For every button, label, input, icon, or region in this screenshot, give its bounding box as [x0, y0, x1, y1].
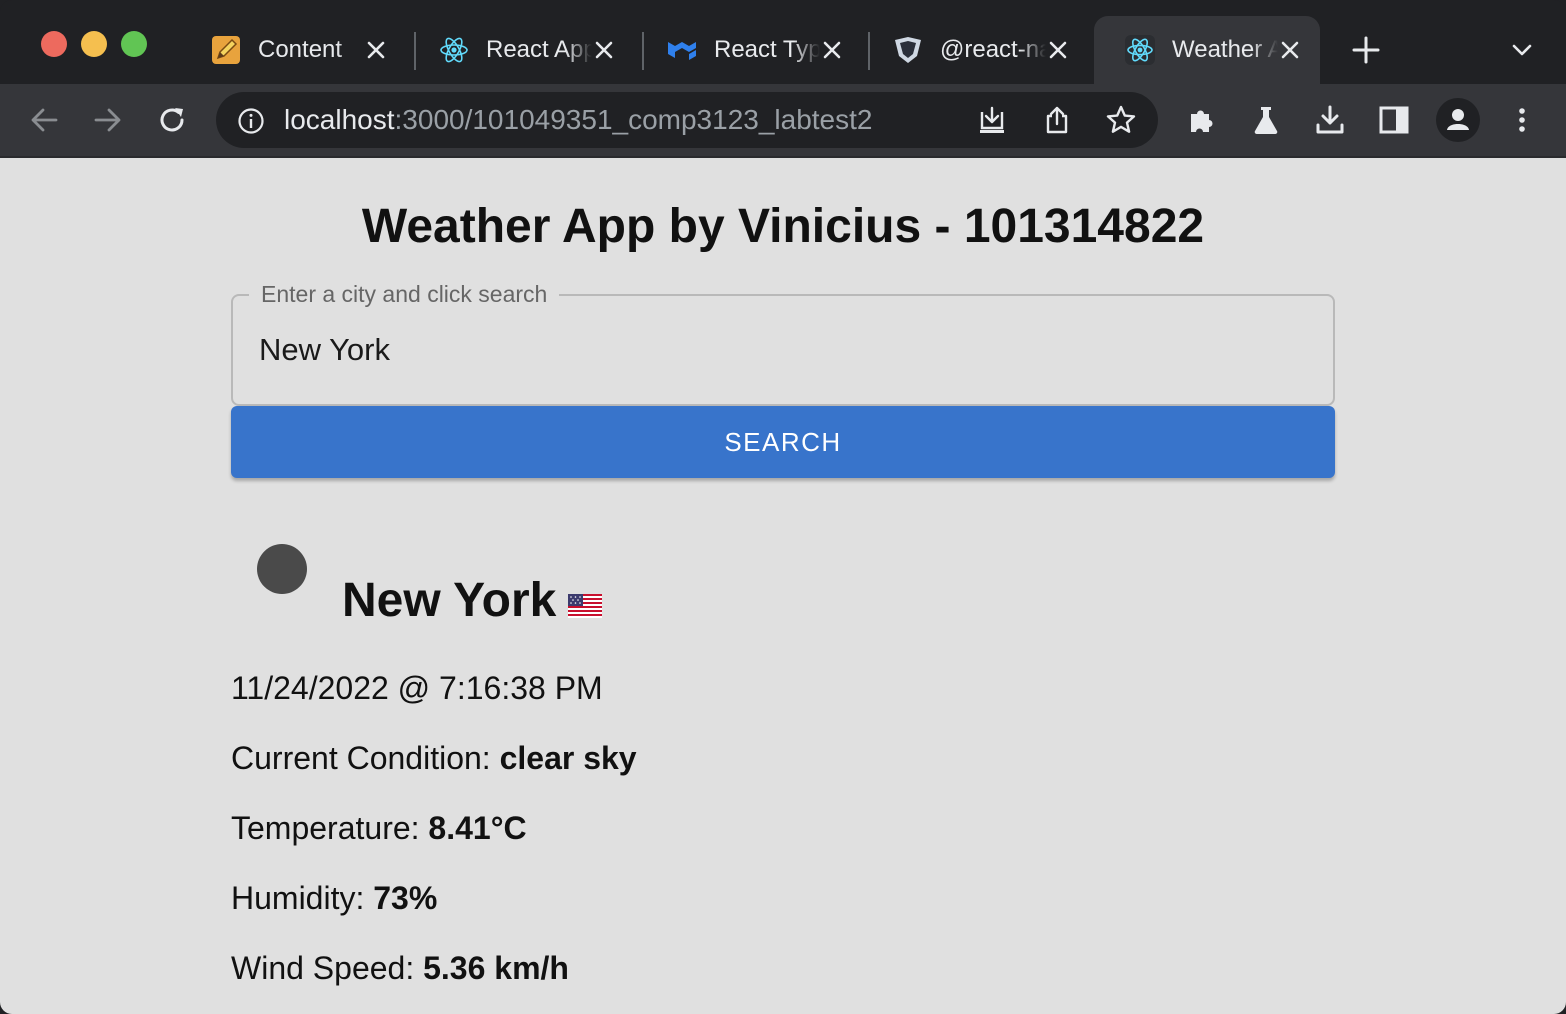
url-text: localhost:3000/101049351_comp3123_labtes… — [284, 104, 872, 136]
condition-line: Current Condition: clear sky — [231, 738, 637, 778]
tab-content[interactable]: Content — [180, 16, 406, 84]
tab-title: @react-navigation — [940, 36, 1046, 63]
react-icon — [438, 34, 470, 66]
tab-title: Weather App — [1172, 36, 1278, 63]
downloads-icon[interactable] — [1310, 100, 1350, 140]
close-tab-icon[interactable] — [592, 38, 616, 62]
menu-kebab-icon[interactable] — [1502, 100, 1542, 140]
date-time: 11/24/2022 @ 7:16:38 PM — [231, 670, 603, 706]
us-flag-icon — [568, 593, 603, 623]
humidity-label: Humidity: — [231, 880, 365, 916]
address-bar[interactable]: localhost:3000/101049351_comp3123_labtes… — [216, 92, 1158, 148]
shield-icon — [892, 34, 924, 66]
tab-strip: Content React App React Typ @react-na We… — [0, 0, 1566, 84]
chevron-down-icon[interactable] — [1506, 34, 1538, 66]
close-tab-icon[interactable] — [364, 38, 388, 62]
condition-value: clear sky — [499, 740, 637, 776]
share-icon[interactable] — [1039, 102, 1075, 138]
info-icon[interactable] — [236, 106, 266, 136]
tab-title: React TypeScript — [714, 36, 820, 63]
react-icon — [1124, 34, 1156, 66]
wind-speed-line: Wind Speed: 5.36 km/h — [231, 948, 569, 988]
browser-window: Content React App React Typ @react-na We… — [0, 0, 1566, 1014]
tab-react-app[interactable]: React App — [408, 16, 634, 84]
window-minimize-button[interactable] — [81, 31, 107, 57]
city-search-field[interactable]: Enter a city and click search — [231, 280, 1335, 406]
back-arrow-icon[interactable] — [24, 100, 64, 140]
temperature-label: Temperature: — [231, 810, 420, 846]
temperature-line: Temperature: 8.41°C — [231, 808, 527, 848]
search-button[interactable]: SEARCH — [231, 406, 1335, 478]
close-tab-icon[interactable] — [1046, 38, 1070, 62]
close-tab-icon[interactable] — [1278, 38, 1302, 62]
tab-title: Content — [258, 36, 343, 63]
mui-icon — [666, 34, 698, 66]
side-panel-icon[interactable] — [1374, 100, 1414, 140]
wind-speed-label: Wind Speed: — [231, 950, 415, 986]
browser-toolbar: localhost:3000/101049351_comp3123_labtes… — [0, 84, 1566, 158]
wind-speed-value: 5.36 km/h — [423, 950, 569, 986]
temperature-value: 8.41°C — [428, 810, 527, 846]
humidity-line: Humidity: 73% — [231, 878, 437, 918]
forward-arrow-icon[interactable] — [88, 100, 128, 140]
url-host: localhost — [284, 104, 395, 135]
city-search-label: Enter a city and click search — [249, 280, 560, 308]
condition-label: Current Condition: — [231, 740, 491, 776]
page-title: Weather App by Vinicius - 101314822 — [361, 200, 1205, 253]
new-tab-plus-icon[interactable] — [1348, 32, 1384, 68]
tab-weather-app[interactable]: Weather App — [1094, 16, 1320, 84]
tab-react-navigation[interactable]: @react-navigation — [862, 16, 1088, 84]
profile-avatar-icon[interactable] — [1436, 98, 1480, 142]
window-zoom-button[interactable] — [121, 31, 147, 57]
city-name: New York — [342, 574, 557, 627]
tab-title: React App — [486, 36, 592, 63]
url-path: :3000/101049351_comp3123_labtest2 — [394, 104, 873, 135]
install-app-icon[interactable] — [974, 102, 1010, 138]
tab-react-typescript[interactable]: React TypeScript — [636, 16, 862, 84]
weather-condition-icon — [257, 544, 307, 594]
labs-flask-icon[interactable] — [1246, 100, 1286, 140]
reload-icon[interactable] — [152, 100, 192, 140]
extensions-puzzle-icon[interactable] — [1182, 100, 1222, 140]
city-search-input[interactable] — [259, 326, 1299, 374]
humidity-value: 73% — [373, 880, 438, 916]
city-heading: New York — [342, 572, 603, 630]
bookmark-star-icon[interactable] — [1103, 102, 1139, 138]
close-tab-icon[interactable] — [820, 38, 844, 62]
pencil-icon — [210, 34, 242, 66]
window-close-button[interactable] — [41, 31, 67, 57]
page-content: Weather App by Vinicius - 101314822 Ente… — [0, 158, 1566, 1014]
